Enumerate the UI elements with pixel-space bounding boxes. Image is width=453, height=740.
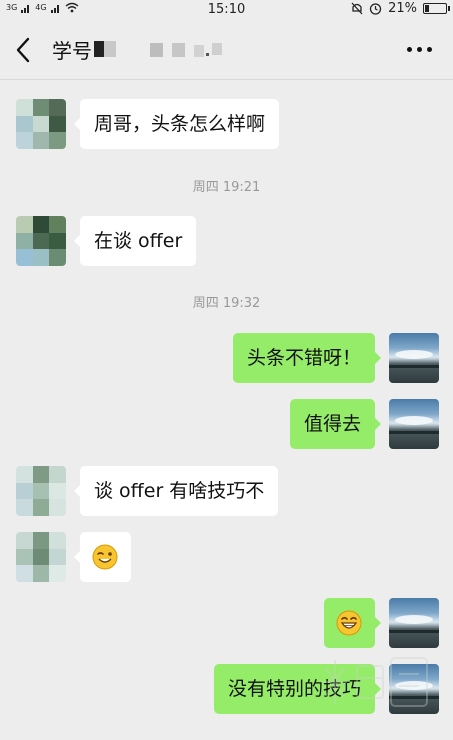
watermark-logo bbox=[321, 652, 431, 712]
status-bar: 3G 4G 15:10 21% bbox=[0, 0, 453, 20]
message-text: 谈 offer 有啥技巧不 bbox=[94, 480, 265, 502]
message-text: 周哥，头条怎么样啊 bbox=[94, 113, 266, 135]
message-bubble-incoming[interactable]: 谈 offer 有啥技巧不 bbox=[73, 466, 279, 516]
more-icon[interactable] bbox=[407, 46, 433, 54]
grin-emoji-icon bbox=[336, 610, 362, 636]
status-right: 21% bbox=[351, 1, 450, 16]
self-avatar[interactable] bbox=[389, 399, 439, 449]
mute-bell-icon bbox=[351, 2, 363, 15]
message-text: 头条不错呀！ bbox=[246, 347, 361, 369]
contact-avatar[interactable] bbox=[16, 216, 66, 266]
contact-avatar[interactable] bbox=[16, 466, 66, 516]
message-bubble-incoming[interactable]: 在谈 offer bbox=[73, 216, 197, 266]
message-bubble-incoming[interactable]: 周哥，头条怎么样啊 bbox=[73, 99, 280, 149]
redacted-name-mosaic bbox=[94, 41, 222, 57]
contact-avatar[interactable] bbox=[16, 532, 66, 582]
contact-avatar[interactable] bbox=[16, 99, 66, 149]
battery-percent: 21% bbox=[388, 1, 417, 16]
message-text: 在谈 offer bbox=[94, 230, 183, 252]
self-avatar[interactable] bbox=[389, 598, 439, 648]
chat-title: 学号 bbox=[52, 39, 92, 63]
battery-icon bbox=[423, 3, 450, 14]
self-avatar[interactable] bbox=[389, 333, 439, 383]
message-bubble-outgoing[interactable]: 值得去 bbox=[289, 399, 382, 449]
chevron-left-icon[interactable] bbox=[14, 36, 34, 64]
message-bubble-outgoing[interactable]: 头条不错呀！ bbox=[232, 333, 382, 383]
message-timestamp: 周四 19:32 bbox=[192, 296, 261, 311]
message-text: 值得去 bbox=[303, 413, 361, 435]
message-timestamp: 周四 19:21 bbox=[192, 180, 261, 195]
message-bubble-incoming[interactable] bbox=[74, 532, 131, 582]
alarm-icon bbox=[369, 3, 382, 15]
battery-fill bbox=[425, 5, 429, 12]
message-bubble-outgoing[interactable] bbox=[324, 598, 381, 648]
chat-header: 学号 bbox=[0, 20, 453, 80]
wink-smile-emoji-icon bbox=[92, 544, 118, 570]
